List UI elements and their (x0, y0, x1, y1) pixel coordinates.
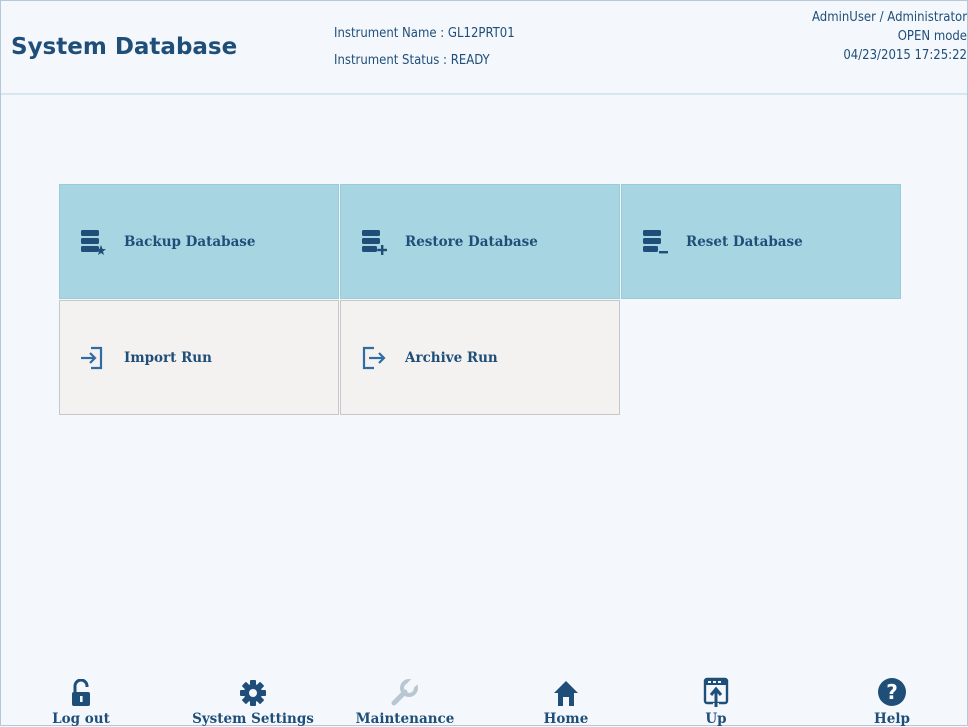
database-reset-icon (640, 228, 668, 256)
import-run-label: Import Run (124, 349, 212, 366)
reset-database-label: Reset Database (686, 233, 803, 250)
gear-icon (238, 677, 268, 707)
home-button[interactable]: Home (541, 677, 591, 727)
bottom-toolbar: Log out System Settings Maintenance Home… (1, 677, 967, 727)
restore-database-button[interactable]: Restore Database (340, 184, 620, 299)
import-run-button[interactable]: Import Run (59, 300, 339, 415)
archive-run-button[interactable]: Archive Run (340, 300, 620, 415)
system-settings-label: System Settings (192, 711, 314, 727)
reset-database-button[interactable]: Reset Database (621, 184, 901, 299)
date-time: 04/23/2015 17:25:22 (843, 48, 967, 63)
home-icon (551, 677, 581, 707)
system-settings-button[interactable]: System Settings (189, 677, 317, 727)
home-label: Home (543, 711, 589, 727)
help-button[interactable]: ? Help (867, 677, 917, 727)
up-button[interactable]: Up (696, 677, 736, 727)
backup-database-label: Backup Database (124, 233, 256, 250)
user-info: AdminUser / Administrator OPEN mode 04/2… (812, 8, 967, 65)
wrench-icon (390, 677, 420, 707)
logout-label: Log out (52, 711, 110, 727)
archive-run-label: Archive Run (405, 349, 498, 366)
help-label: Help (874, 711, 910, 727)
database-restore-icon (359, 228, 387, 256)
access-mode: OPEN mode (897, 29, 967, 44)
database-backup-icon (78, 228, 106, 256)
page-title: System Database (11, 34, 238, 60)
backup-database-button[interactable]: Backup Database (59, 184, 339, 299)
maintenance-label: Maintenance (355, 711, 455, 727)
user-name: AdminUser / Administrator (812, 10, 967, 25)
maintenance-button[interactable]: Maintenance (355, 677, 455, 727)
up-icon (701, 677, 731, 707)
archive-icon (359, 344, 387, 372)
up-label: Up (705, 711, 727, 727)
help-icon: ? (877, 677, 907, 707)
import-icon (78, 344, 106, 372)
instrument-name: Instrument Name : GL12PRT01 (334, 26, 515, 41)
logout-button[interactable]: Log out (52, 677, 110, 727)
unlock-icon (66, 677, 96, 707)
header: System Database Instrument Name : GL12PR… (1, 1, 967, 95)
svg-text:?: ? (886, 680, 898, 704)
restore-database-label: Restore Database (405, 233, 538, 250)
app-window: System Database Instrument Name : GL12PR… (0, 0, 968, 727)
instrument-status: Instrument Status : READY (334, 53, 490, 68)
